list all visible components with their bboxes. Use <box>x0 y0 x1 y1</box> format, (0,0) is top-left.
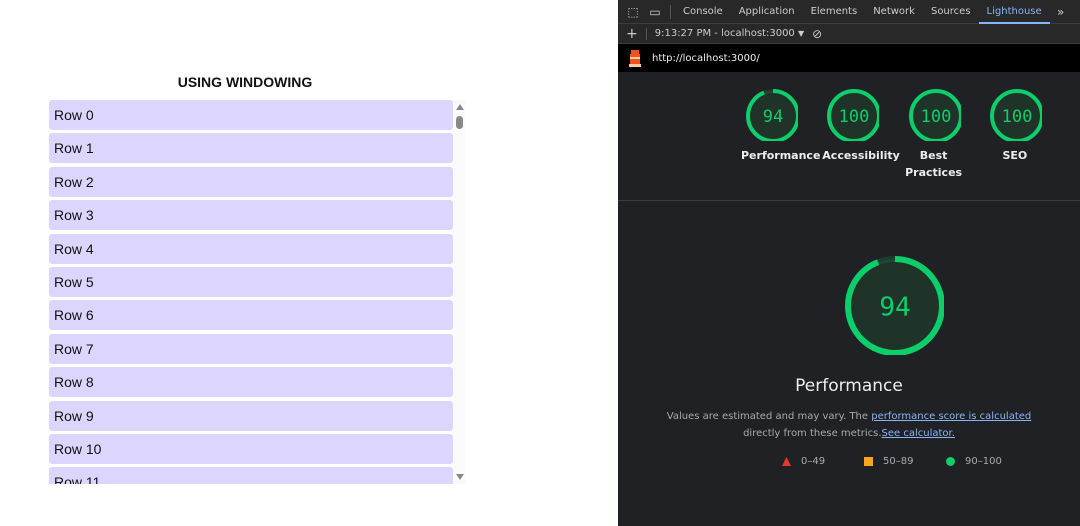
scrollbar-thumb[interactable] <box>456 116 463 129</box>
list-row: Row 5 <box>49 267 453 297</box>
new-report-icon[interactable]: + <box>626 26 638 42</box>
gauge-score: 100 <box>1002 107 1033 127</box>
report-url: http://localhost:3000/ <box>652 52 760 64</box>
list-scrollbar[interactable] <box>453 100 466 484</box>
desc-text: Values are estimated and may vary. The <box>666 411 872 422</box>
list-row: Row 9 <box>49 400 453 431</box>
gauge-score: 100 <box>920 107 951 127</box>
score-gauge: 100 <box>989 89 1042 141</box>
score-gauge: 100 <box>827 89 880 141</box>
gauge-score: 94 <box>763 107 783 127</box>
list-row: Row 0 <box>49 100 453 130</box>
more-tabs-icon[interactable]: » <box>1050 5 1072 19</box>
list-row: Row 7 <box>49 333 453 364</box>
list-row: Row 1 <box>49 133 453 164</box>
score-calculated-link[interactable]: performance score is calculated <box>871 411 1031 422</box>
category-title: Performance <box>795 376 903 396</box>
report-select[interactable]: 9:13:27 PM - localhost:3000 ▼ <box>655 28 804 39</box>
list-row: Row 10 <box>49 434 453 464</box>
desc-text: directly from these metrics. <box>743 428 882 439</box>
page-title: USING WINDOWING <box>177 74 313 90</box>
gauge-label: Best Practices <box>905 149 963 179</box>
divider <box>645 27 647 40</box>
score-legend: 0–49 50–89 90–100 <box>782 456 1028 467</box>
list-row: Row 6 <box>49 300 453 331</box>
score-description: Values are estimated and may vary. The p… <box>618 408 1080 442</box>
scroll-up-arrow-icon[interactable] <box>456 104 464 110</box>
legend-label: 50–89 <box>883 456 914 467</box>
list-row: Row 11 <box>49 467 453 484</box>
gauge-label: Accessibility <box>822 149 900 162</box>
gauge-label: Performance <box>741 149 821 162</box>
devtools-tabbar: ⬚ ▭ Console Application Elements Network Sou… <box>618 0 1080 24</box>
divider <box>670 4 671 19</box>
devtools-panel: ⬚ ▭ Console Application Elements Network Sou… <box>618 0 1080 526</box>
gauge-performance[interactable]: 94 Performance <box>731 87 821 164</box>
tab-application[interactable]: Application <box>731 0 803 24</box>
gauge-best-practices[interactable]: 100 Best Practices <box>894 87 974 181</box>
list-row: Row 2 <box>49 166 453 197</box>
divider <box>618 200 1080 201</box>
square-icon <box>864 457 873 466</box>
chevron-down-icon: ▼ <box>797 29 805 38</box>
page-area: USING WINDOWING Row 0 Row 1 Row 2 Row 3 Row … <box>0 0 618 526</box>
virtual-list[interactable]: Row 0 Row 1 Row 2 Row 3 Row 4 Row 5 Row 6 Row 7… <box>49 100 467 484</box>
triangle-icon <box>782 457 791 466</box>
score-gauge: 100 <box>908 89 961 141</box>
legend-label: 90–100 <box>965 456 1002 467</box>
gauge-label: SEO <box>1002 149 1028 162</box>
tab-lighthouse[interactable]: Lighthouse <box>978 0 1050 24</box>
performance-gauge-large: 94 <box>845 256 944 355</box>
legend-item: 0–49 <box>782 456 864 467</box>
circle-icon <box>946 457 955 466</box>
gauge-score: 100 <box>839 107 870 127</box>
lighthouse-toolbar: + 9:13:27 PM - localhost:3000 ▼ ⊘ <box>618 24 1080 44</box>
see-calculator-link[interactable]: See calculator. <box>882 428 955 439</box>
report-url-bar: http://localhost:3000/ <box>618 44 1080 72</box>
gauge-score: 94 <box>879 292 910 322</box>
clear-icon[interactable]: ⊘ <box>812 27 822 41</box>
report-select-value: 9:13:27 PM - localhost:3000 <box>654 28 795 39</box>
legend-item: 50–89 <box>864 456 946 467</box>
legend-label: 0–49 <box>801 456 826 467</box>
lighthouse-logo-icon <box>629 50 641 67</box>
device-toolbar-icon[interactable]: ▭ <box>644 5 666 19</box>
list-row: Row 4 <box>49 233 453 264</box>
gauge-seo[interactable]: 100 SEO <box>975 87 1055 164</box>
tab-sources[interactable]: Sources <box>923 0 979 24</box>
scroll-down-arrow-icon[interactable] <box>456 474 464 480</box>
list-row: Row 3 <box>49 200 453 231</box>
tab-console[interactable]: Console <box>675 0 731 24</box>
tab-network[interactable]: Network <box>865 0 923 24</box>
score-gauge: 94 <box>746 89 798 141</box>
list-row: Row 8 <box>49 367 453 398</box>
inspect-element-icon[interactable]: ⬚ <box>622 5 644 19</box>
gauge-accessibility[interactable]: 100 Accessibility <box>812 87 900 164</box>
tab-elements[interactable]: Elements <box>803 0 866 24</box>
legend-item: 90–100 <box>946 456 1028 467</box>
